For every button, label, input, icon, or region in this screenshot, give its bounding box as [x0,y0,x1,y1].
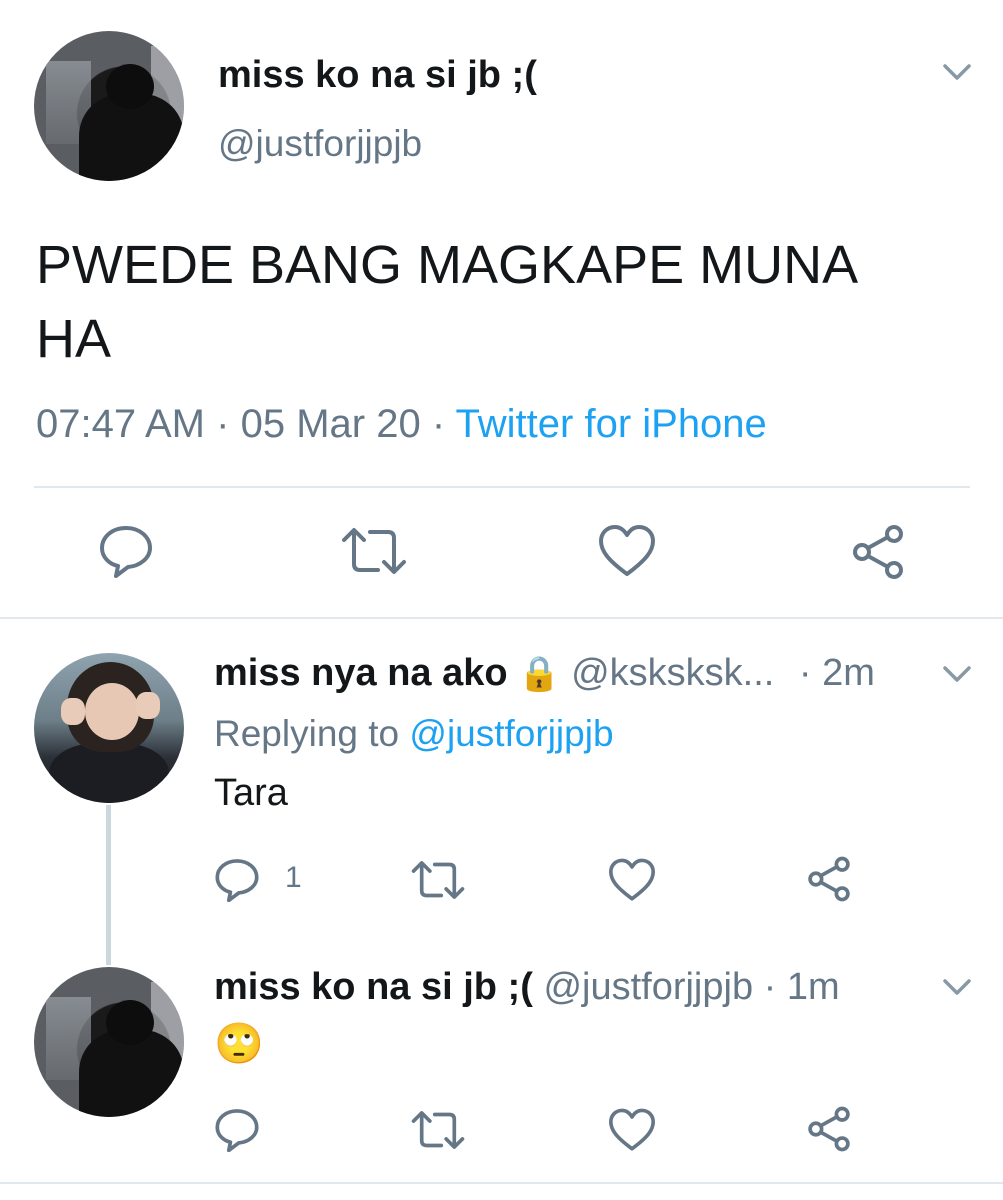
replying-to-label: Replying to [214,713,400,754]
replying-to: Replying to @justforjjpjb [214,713,614,755]
eye-roll-emoji: 🙄 [214,1022,264,1066]
tweet-time: 07:47 AM [36,402,206,446]
share-icon[interactable] [806,1106,852,1152]
reply-display-name[interactable]: miss ko na si jb ;( [214,966,533,1008]
author-display-name[interactable]: miss ko na si jb ;( [218,54,537,97]
reply-display-name[interactable]: miss nya na ako [214,652,508,694]
share-icon[interactable] [850,524,906,580]
tweet-text-line2: HA [36,309,112,369]
retweet-icon[interactable] [340,524,408,578]
reply-count: 1 [285,861,302,894]
meta-separator: · [431,402,446,446]
section-divider [0,617,1003,619]
replying-to-handle[interactable]: @justforjjpjb [409,713,613,754]
reply-header: miss ko na si jb ;( @justforjjpjb · 1m [214,966,840,1009]
reply-time: · 1m [763,966,840,1008]
reply-icon[interactable] [214,1106,260,1152]
reply-menu-chevron-icon[interactable] [940,975,974,1004]
retweet-icon[interactable] [410,858,466,902]
retweet-icon[interactable] [410,1108,466,1152]
thread-connector-line [106,805,111,965]
reply-icon[interactable] [214,856,260,902]
reply-handle[interactable]: @justforjjpjb [543,966,753,1008]
reply-author-avatar[interactable] [34,653,184,803]
tweet-text-line1: PWEDE BANG MAGKAPE MUNA [36,235,859,295]
like-icon[interactable] [608,858,656,902]
divider [34,486,970,488]
bottom-divider [0,1182,1003,1184]
like-icon[interactable] [608,1108,656,1152]
reply-text: Tara [214,772,288,814]
author-avatar[interactable] [34,31,184,181]
tweet-meta: 07:47 AM · 05 Mar 20 · Twitter for iPhon… [36,402,767,447]
reply-author-avatar[interactable] [34,967,184,1117]
reply-header: miss nya na ako 🔒 @ksksksk... · 2m [214,652,875,695]
author-handle[interactable]: @justforjjpjb [218,123,422,165]
tweet-text: PWEDE BANG MAGKAPE MUNA HA [36,228,858,376]
reply-time: · 2m [798,652,875,694]
tweet-menu-chevron-icon[interactable] [940,60,974,89]
lock-icon: 🔒 [518,655,561,693]
share-icon[interactable] [806,856,852,902]
like-icon[interactable] [598,524,656,578]
reply-menu-chevron-icon[interactable] [940,662,974,691]
reply-icon[interactable] [98,522,154,578]
tweet-source-link[interactable]: Twitter for iPhone [456,402,767,446]
meta-separator: · [216,402,230,446]
tweet-date: 05 Mar 20 [240,402,421,446]
reply-handle[interactable]: @ksksksk... [571,652,774,694]
